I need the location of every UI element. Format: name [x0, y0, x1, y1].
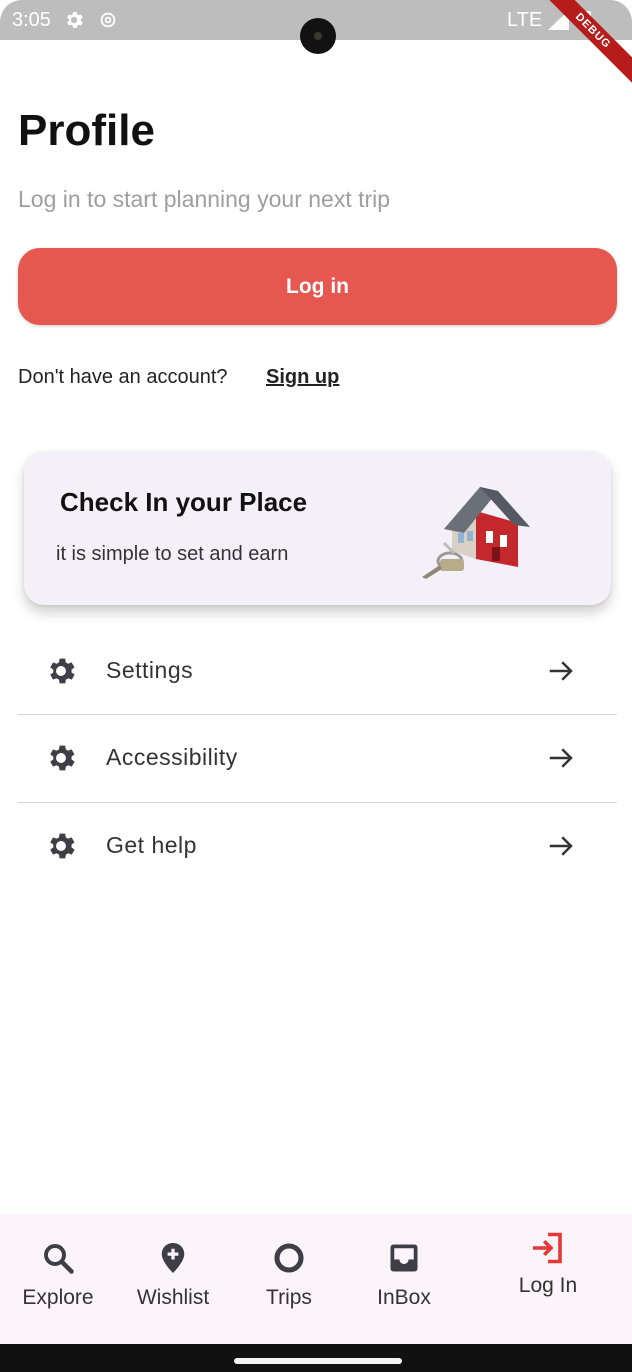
arrow-right-icon [549, 836, 573, 856]
nav-label: Trips [266, 1286, 312, 1309]
menu-item-get-help[interactable]: Get help [18, 803, 617, 889]
menu-item-label: Accessibility [106, 744, 238, 770]
location-plus-icon [161, 1243, 185, 1273]
nav-label: InBox [377, 1286, 431, 1309]
house-with-keys-image [422, 487, 530, 579]
menu-item-accessibility[interactable]: Accessibility [18, 715, 617, 801]
nav-item-inbox[interactable]: InBox [346, 1214, 462, 1344]
camera-cutout [300, 18, 336, 54]
nav-item-wishlist[interactable]: Wishlist [115, 1214, 231, 1344]
search-icon [44, 1244, 74, 1274]
signup-link[interactable]: Sign up [266, 366, 339, 389]
menu-item-settings[interactable]: Settings [18, 628, 617, 714]
home-indicator[interactable] [234, 1358, 402, 1364]
nav-item-trips[interactable]: Trips [231, 1214, 347, 1344]
promo-card-subtitle: it is simple to set and earn [56, 543, 289, 565]
ring-icon [274, 1243, 304, 1273]
arrow-right-icon [549, 748, 573, 768]
nav-label: Explore [22, 1286, 94, 1309]
menu-item-label: Settings [106, 657, 194, 683]
network-type: LTE [507, 9, 543, 31]
arrow-right-icon [549, 661, 573, 681]
login-button[interactable]: Log in [18, 248, 617, 325]
page-title: Profile [18, 106, 155, 155]
inbox-icon [390, 1244, 418, 1272]
login-icon [533, 1232, 562, 1264]
bottom-navigation: Explore Wishlist Trips InBox Log In [0, 1214, 632, 1344]
settings-outline-status-icon [100, 12, 116, 28]
gear-icon [50, 833, 75, 859]
menu-item-label: Get help [106, 832, 197, 858]
nav-label: Log In [518, 1274, 578, 1297]
nav-item-login[interactable]: Log In [490, 1214, 606, 1344]
nav-item-explore[interactable]: Explore [0, 1214, 116, 1344]
profile-screen: 3:05 LTE DEBUG Profile Log in to start p… [0, 0, 632, 1372]
page-subtitle: Log in to start planning your next trip [18, 186, 391, 212]
gear-icon [50, 658, 75, 684]
signup-prompt: Don't have an account? [18, 366, 228, 388]
promo-card-title: Check In your Place [60, 487, 308, 517]
check-in-promo-card[interactable]: Check In your Place it is simple to set … [24, 451, 611, 605]
nav-label: Wishlist [136, 1286, 210, 1309]
settings-status-icon [67, 12, 83, 28]
status-time: 3:05 [12, 9, 51, 31]
gear-icon [50, 745, 75, 771]
